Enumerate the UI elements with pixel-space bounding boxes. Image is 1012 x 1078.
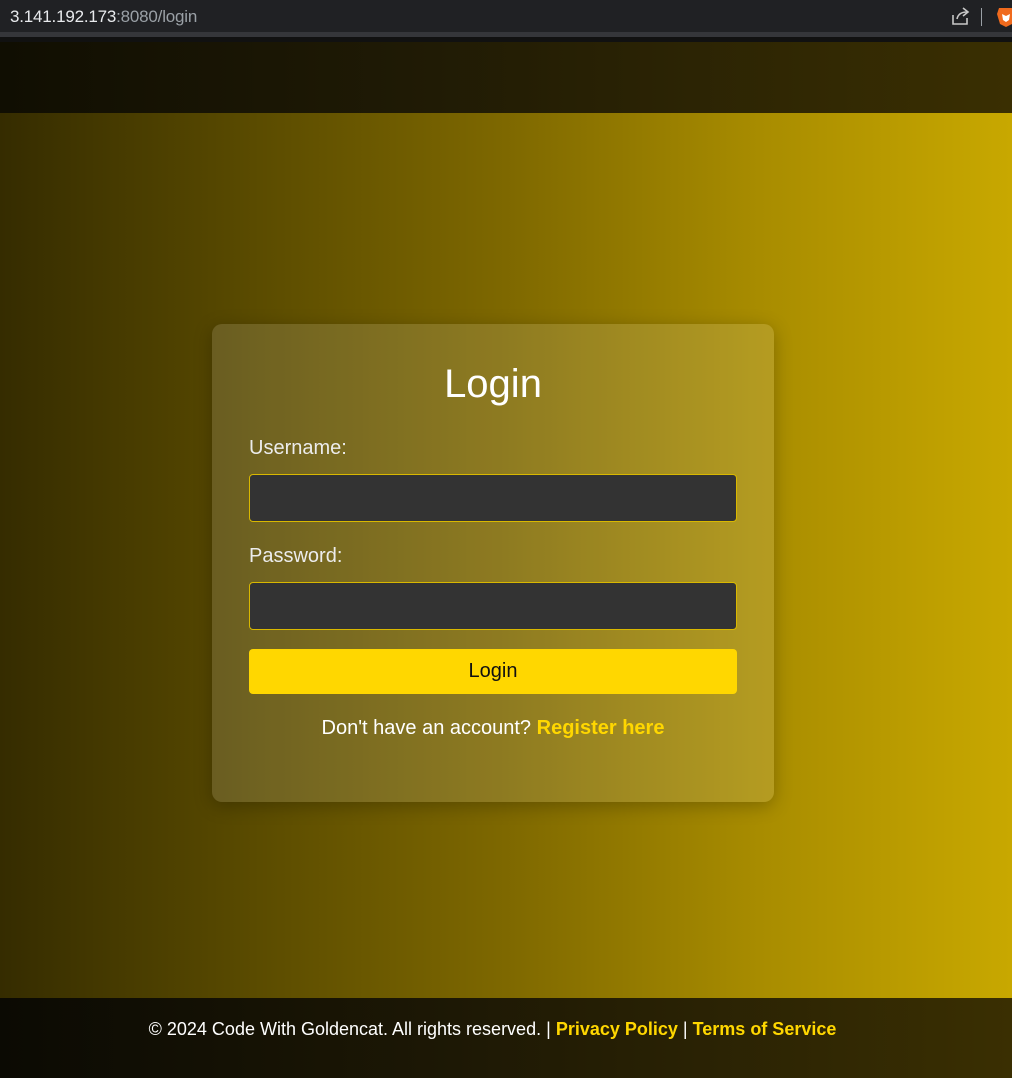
share-icon[interactable] <box>949 6 971 28</box>
username-label: Username: <box>249 437 347 459</box>
password-label: Password: <box>249 545 343 567</box>
footer-separator: | <box>682 1019 688 1039</box>
address-bar-url[interactable]: 3.141.192.173:8080/login <box>10 7 197 27</box>
login-card: Login Username: Password: Login Don't ha… <box>212 324 774 802</box>
password-input[interactable] <box>249 582 737 630</box>
footer-text: © 2024 Code With Goldencat. All rights r… <box>0 1019 985 1040</box>
main-content: Login Username: Password: Login Don't ha… <box>0 113 1012 998</box>
site-header <box>0 42 1012 113</box>
footer-separator: | <box>546 1019 551 1039</box>
url-path: :8080/login <box>116 7 198 26</box>
brave-lion-icon[interactable] <box>996 6 1012 28</box>
register-prompt: Don't have an account? Register here <box>212 717 774 740</box>
browser-address-bar: 3.141.192.173:8080/login <box>0 0 1012 37</box>
register-link[interactable]: Register here <box>537 717 665 739</box>
privacy-policy-link[interactable]: Privacy Policy <box>556 1019 678 1039</box>
login-title: Login <box>444 362 542 406</box>
register-prompt-text: Don't have an account? <box>321 717 532 739</box>
copyright-text: © 2024 Code With Goldencat. All rights r… <box>148 1019 542 1039</box>
terms-of-service-link[interactable]: Terms of Service <box>693 1019 837 1039</box>
username-input[interactable] <box>249 474 737 522</box>
login-button[interactable]: Login <box>249 649 737 694</box>
toolbar-separator <box>981 8 982 26</box>
site-footer: © 2024 Code With Goldencat. All rights r… <box>0 998 1012 1078</box>
url-host: 3.141.192.173 <box>10 7 117 26</box>
